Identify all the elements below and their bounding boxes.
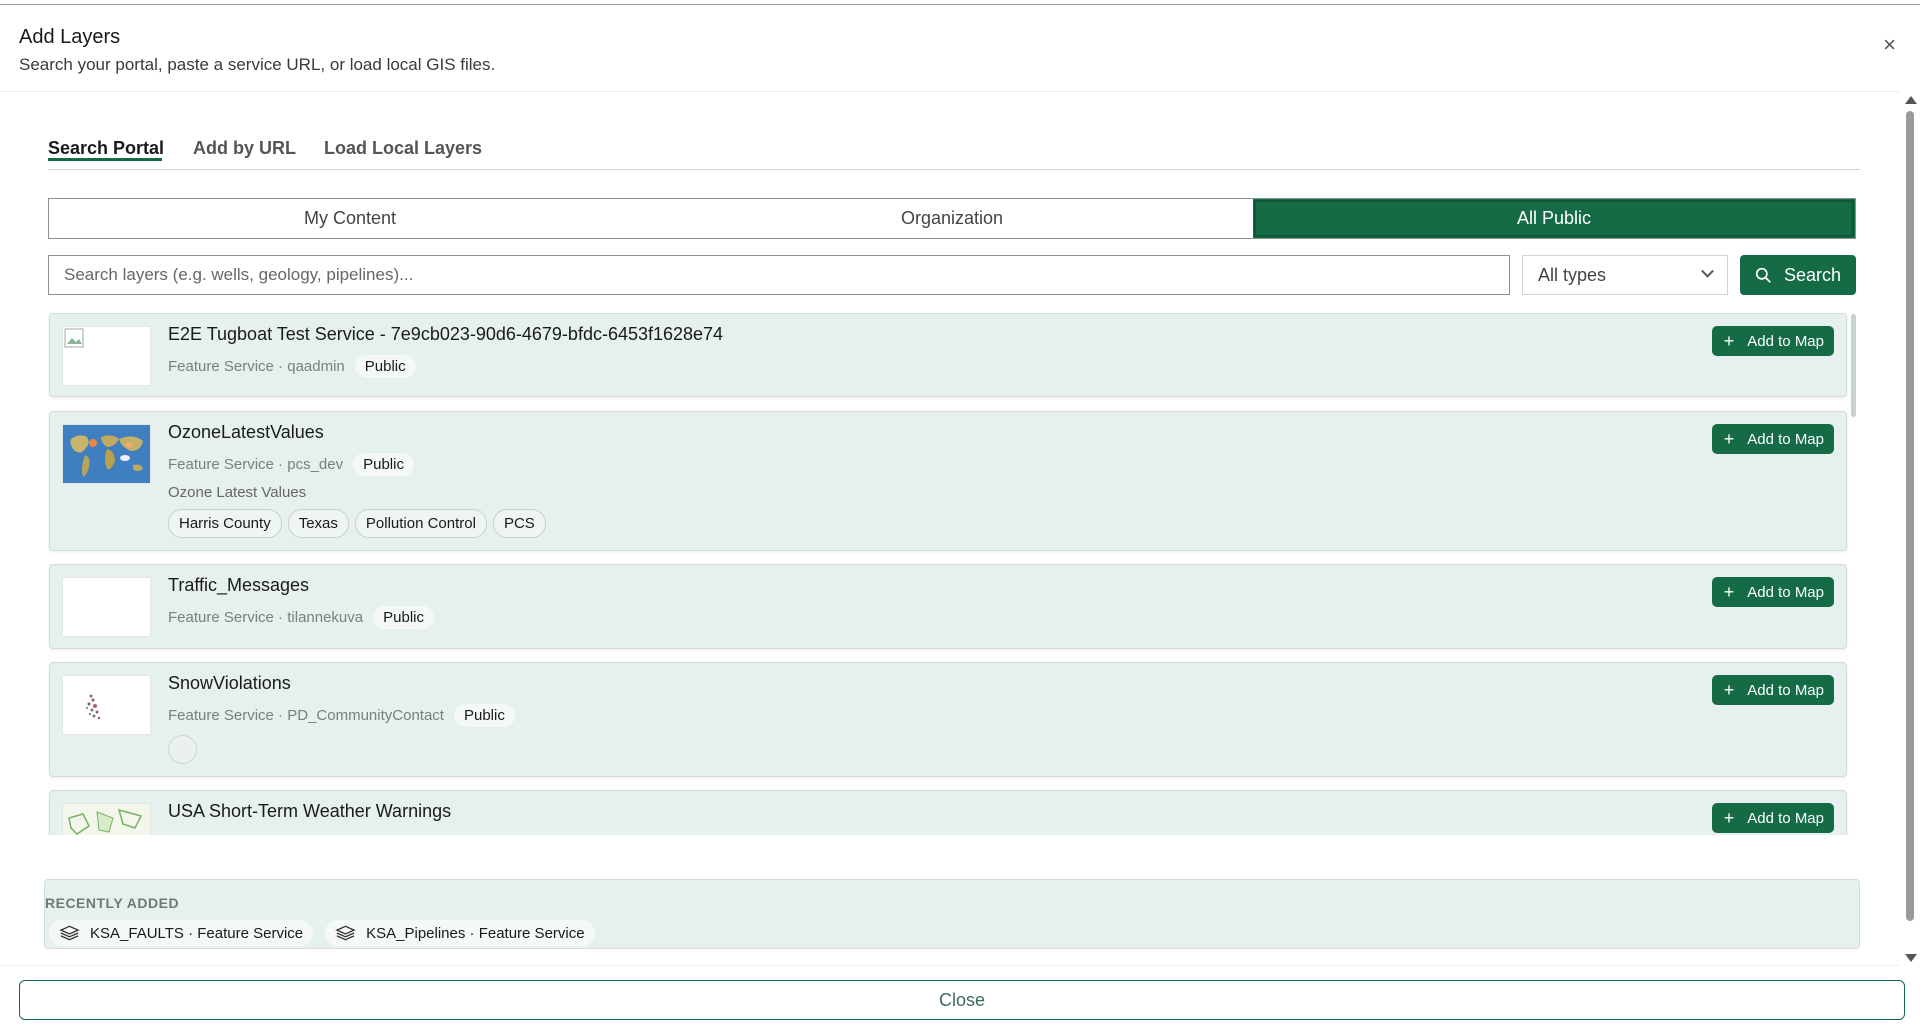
header-divider: [0, 91, 1900, 92]
results-scrollbar-thumb[interactable]: [1851, 314, 1856, 417]
world-map-thumbnail: [62, 424, 151, 484]
add-to-map-button[interactable]: + Add to Map: [1711, 424, 1834, 454]
search-button-label: Search: [1783, 264, 1842, 285]
meta-separator: ·: [273, 609, 288, 626]
result-meta: Feature Service · tilannekuva Public: [168, 606, 434, 629]
scrollbar-thumb[interactable]: [1906, 111, 1914, 921]
tab-bar: Search Portal Add by URL Load Local Laye…: [48, 132, 1860, 170]
result-item: USA Short-Term Weather Warnings + Add to…: [49, 790, 1847, 835]
recently-added-item[interactable]: KSA_Pipelines · Feature Service: [325, 920, 595, 946]
add-to-map-label: Add to Map: [1747, 681, 1824, 699]
result-owner: tilannekuva: [287, 609, 364, 626]
result-type: Feature Service: [168, 456, 274, 473]
scroll-down-arrow-icon[interactable]: [1905, 954, 1917, 962]
meta-separator: ·: [273, 707, 288, 724]
plus-icon: +: [1723, 582, 1735, 602]
result-owner: PD_CommunityContact: [287, 707, 444, 724]
add-to-map-button[interactable]: + Add to Map: [1711, 577, 1834, 607]
tab-search-portal[interactable]: Search Portal: [48, 138, 165, 161]
add-to-map-button[interactable]: + Add to Map: [1711, 675, 1834, 705]
result-title: SnowViolations: [168, 673, 291, 693]
dialog-header: Add Layers Search your portal, paste a s…: [19, 26, 495, 75]
broken-image-icon: [62, 326, 151, 386]
recently-added-item[interactable]: KSA_FAULTS · Feature Service: [49, 920, 314, 946]
meta-separator: ·: [273, 456, 288, 473]
dialog-subtitle: Search your portal, paste a service URL,…: [19, 55, 496, 74]
window-top-border: [0, 4, 1920, 5]
tag-chip[interactable]: Texas: [287, 509, 349, 538]
result-title: E2E Tugboat Test Service - 7e9cb023-90d6…: [168, 324, 724, 344]
scope-my-content[interactable]: My Content: [49, 199, 651, 238]
add-to-map-label: Add to Map: [1747, 583, 1824, 601]
result-item: SnowViolations Feature Service · PD_Comm…: [49, 662, 1847, 777]
add-to-map-label: Add to Map: [1747, 332, 1824, 350]
search-icon: [1755, 267, 1771, 283]
footer-divider: [0, 965, 1900, 966]
type-filter-select[interactable]: All types: [1522, 255, 1728, 295]
dialog-title: Add Layers: [19, 26, 121, 48]
result-title: OzoneLatestValues: [168, 422, 324, 442]
tag-chip[interactable]: Pollution Control: [354, 509, 487, 538]
add-to-map-label: Add to Map: [1747, 809, 1824, 827]
dialog-scrollbar[interactable]: [1904, 96, 1917, 962]
scatter-map-thumbnail: [62, 675, 151, 735]
result-owner: pcs_dev: [287, 456, 344, 473]
layers-icon: [335, 925, 356, 941]
add-to-map-button[interactable]: + Add to Map: [1711, 326, 1834, 356]
close-button[interactable]: Close: [19, 980, 1905, 1020]
result-meta: Feature Service · qaadmin Public: [168, 355, 416, 378]
meta-separator: ·: [273, 358, 288, 375]
result-type: Feature Service: [168, 609, 274, 626]
loading-indicator: [168, 735, 197, 764]
scope-all-public[interactable]: All Public: [1253, 199, 1855, 238]
recently-added-list: KSA_FAULTS · Feature Service KSA_Pipelin…: [49, 920, 595, 946]
chevron-down-icon: [1701, 264, 1714, 278]
results-list: E2E Tugboat Test Service - 7e9cb023-90d6…: [48, 310, 1866, 835]
recently-added-title: RECENTLY ADDED: [45, 895, 180, 911]
add-to-map-button[interactable]: + Add to Map: [1711, 803, 1834, 833]
close-icon[interactable]: ×: [1883, 34, 1896, 56]
access-badge: Public: [354, 355, 416, 378]
result-type: Feature Service: [168, 358, 274, 375]
layers-icon: [59, 925, 80, 941]
plus-icon: +: [1723, 808, 1735, 828]
result-meta: Feature Service · pcs_dev Public: [168, 453, 414, 476]
access-badge: Public: [353, 453, 414, 476]
result-type: Feature Service: [168, 707, 274, 724]
result-item: E2E Tugboat Test Service - 7e9cb023-90d6…: [49, 313, 1847, 397]
search-button[interactable]: Search: [1740, 255, 1856, 295]
result-description: Ozone Latest Values: [168, 484, 307, 501]
tab-add-by-url[interactable]: Add by URL: [193, 138, 296, 159]
access-badge: Public: [373, 606, 434, 629]
tag-chip[interactable]: Harris County: [168, 509, 282, 538]
result-item: Traffic_Messages Feature Service · tilan…: [49, 564, 1847, 649]
scope-organization[interactable]: Organization: [651, 199, 1253, 238]
result-owner: qaadmin: [287, 358, 345, 375]
result-meta: Feature Service · PD_CommunityContact Pu…: [168, 704, 515, 727]
plus-icon: +: [1723, 429, 1735, 449]
recently-added-label: KSA_Pipelines · Feature Service: [366, 924, 585, 942]
scope-selector: My Content Organization All Public: [48, 198, 1856, 239]
result-title: Traffic_Messages: [168, 575, 310, 595]
result-title: USA Short-Term Weather Warnings: [168, 801, 452, 821]
result-item: OzoneLatestValues Feature Service · pcs_…: [49, 411, 1847, 551]
tab-load-local-layers[interactable]: Load Local Layers: [324, 138, 482, 159]
access-badge: Public: [453, 704, 515, 727]
scroll-up-arrow-icon[interactable]: [1905, 96, 1917, 104]
add-to-map-label: Add to Map: [1747, 430, 1824, 448]
recently-added-label: KSA_FAULTS · Feature Service: [90, 924, 304, 942]
active-tab-indicator: [48, 158, 162, 161]
search-input[interactable]: [48, 255, 1510, 295]
tab-label: Search Portal: [48, 138, 165, 158]
tag-chip[interactable]: PCS: [492, 509, 546, 538]
type-filter-value: All types: [1538, 264, 1607, 285]
plus-icon: +: [1723, 331, 1735, 351]
warning-map-thumbnail: [62, 803, 151, 835]
recently-added-panel: RECENTLY ADDED KSA_FAULTS · Feature Serv…: [44, 879, 1860, 949]
tag-list: Harris County Texas Pollution Control PC…: [168, 509, 546, 538]
plus-icon: +: [1723, 680, 1735, 700]
blank-thumbnail: [62, 577, 151, 637]
